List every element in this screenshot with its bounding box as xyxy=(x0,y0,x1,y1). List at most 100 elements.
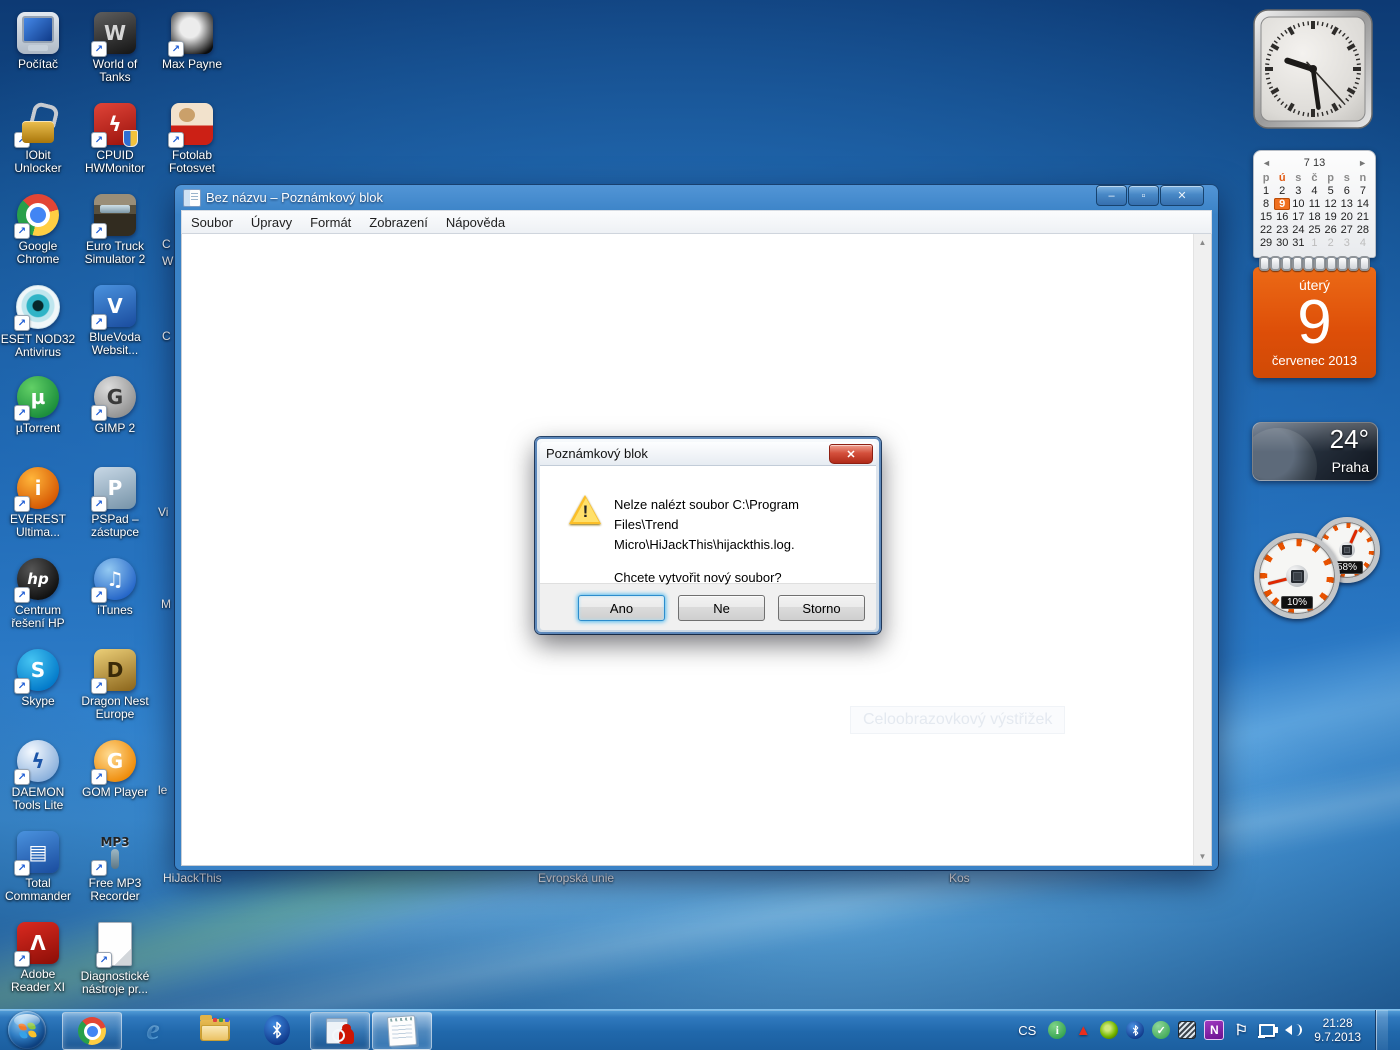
desktop-icon-google-chrome[interactable]: ↗ Google Chrome xyxy=(0,194,76,266)
taskbar-button-bluetooth[interactable] xyxy=(248,1012,306,1048)
calendar-day-cell[interactable]: 28 xyxy=(1355,224,1371,236)
vertical-scrollbar[interactable]: ▲ ▼ xyxy=(1193,234,1211,865)
calendar-day-cell[interactable]: 25 xyxy=(1306,224,1322,236)
notepad-titlebar[interactable]: Bez názvu – Poznámkový blok – ▫ ✕ xyxy=(181,185,1212,210)
calendar-gadget[interactable]: ◄ 7 13 ► p ú s č p s n 1 2 3 4 5 6 7 8 9 10 11 12 13 14 15 16 1… xyxy=(1253,150,1376,378)
language-indicator[interactable]: CS xyxy=(1018,1023,1036,1038)
calendar-day-cell[interactable]: 18 xyxy=(1306,211,1322,223)
menu-soubor[interactable]: Soubor xyxy=(182,211,242,233)
close-button[interactable]: ✕ xyxy=(1160,185,1204,206)
cpu-meter-gadget[interactable]: 58% 10% xyxy=(1248,515,1383,620)
calendar-day-cell[interactable]: 6 xyxy=(1339,185,1355,197)
calendar-day-cell[interactable]: 24 xyxy=(1290,224,1306,236)
adobe-reader-tray-icon[interactable]: ▲ xyxy=(1074,1021,1092,1039)
calendar-next-icon[interactable]: ► xyxy=(1358,158,1367,168)
ne-button[interactable]: Ne xyxy=(678,595,765,621)
dialog-titlebar[interactable]: Poznámkový blok ✕ xyxy=(540,442,876,466)
calendar-day-cell[interactable]: 10 xyxy=(1290,198,1306,210)
ano-button[interactable]: Ano xyxy=(578,595,665,621)
start-button[interactable] xyxy=(8,1011,46,1049)
taskbar-clock[interactable]: 21:28 9.7.2013 xyxy=(1314,1016,1361,1044)
calendar-day-cell[interactable]: 3 xyxy=(1339,237,1355,249)
desktop-icon-itunes[interactable]: ♫ ↗ iTunes xyxy=(77,558,153,617)
calendar-day-cell[interactable]: 8 xyxy=(1258,198,1274,210)
maximize-button[interactable]: ▫ xyxy=(1128,185,1159,206)
minimize-button[interactable]: – xyxy=(1096,185,1127,206)
eset-tray-icon[interactable]: i xyxy=(1048,1021,1067,1039)
calendar-day-cell[interactable]: 19 xyxy=(1323,211,1339,223)
calendar-day-cell[interactable]: 1 xyxy=(1306,237,1322,249)
calendar-day-cell[interactable]: 3 xyxy=(1290,185,1306,197)
desktop-icon-gom-player[interactable]: G ↗ GOM Player xyxy=(77,740,153,799)
desktop-icon-skype[interactable]: S ↗ Skype xyxy=(0,649,76,708)
desktop-icon-centrum-e-en-hp[interactable]: hp ↗ Centrum řešení HP xyxy=(0,558,76,630)
desktop-icon-gimp-2[interactable]: G ↗ GIMP 2 xyxy=(77,376,153,435)
calendar-day-cell[interactable]: 22 xyxy=(1258,224,1274,236)
calendar-day-cell[interactable]: 27 xyxy=(1339,224,1355,236)
desktop-icon-pspad-z-stupce[interactable]: P ↗ PSPad – zástupce xyxy=(77,467,153,539)
calendar-day-cell[interactable]: 16 xyxy=(1274,211,1290,223)
dialog-close-button[interactable]: ✕ xyxy=(829,444,873,464)
bluetooth-tray-icon[interactable] xyxy=(1126,1021,1145,1039)
desktop-icon-world-of-tanks[interactable]: W ↗ World of Tanks xyxy=(77,12,153,84)
calendar-day-cell[interactable]: 14 xyxy=(1355,198,1371,210)
calendar-day-cell[interactable]: 31 xyxy=(1290,237,1306,249)
desktop-icon-euro-truck-simulator-2[interactable]: ↗ Euro Truck Simulator 2 xyxy=(77,194,153,266)
desktop-icon-max-payne[interactable]: ↗ Max Payne xyxy=(154,12,230,71)
desktop-icon-dragon-nest-europe[interactable]: D ↗ Dragon Nest Europe xyxy=(77,649,153,721)
calendar-day-cell[interactable]: 23 xyxy=(1274,224,1290,236)
menu-zobrazeni[interactable]: Zobrazení xyxy=(360,211,437,233)
menu-napoveda[interactable]: Nápověda xyxy=(437,211,514,233)
action-center-flag-icon[interactable]: ⚐ xyxy=(1232,1021,1250,1039)
calendar-day-cell[interactable]: 29 xyxy=(1258,237,1274,249)
onenote-tray-icon[interactable]: N xyxy=(1204,1020,1225,1040)
calendar-day-cell[interactable]: 7 xyxy=(1355,185,1371,197)
desktop-icon-daemon-tools-lite[interactable]: ϟ ↗ DAEMON Tools Lite xyxy=(0,740,76,812)
desktop-icon-po-ta[interactable]: Počítač xyxy=(0,12,76,71)
scroll-up-button[interactable]: ▲ xyxy=(1194,234,1211,251)
taskbar-button-chrome[interactable] xyxy=(62,1012,122,1050)
desktop-icon-iobit-unlocker[interactable]: ↗ IObit Unlocker xyxy=(0,103,76,175)
calendar-day-cell[interactable]: 21 xyxy=(1355,211,1371,223)
desktop-icon-adobe-reader-xi[interactable]: Λ ↗ Adobe Reader XI xyxy=(0,922,76,994)
storno-button[interactable]: Storno xyxy=(778,595,865,621)
desktop-icon-total-commander[interactable]: ▤ ↗ Total Commander xyxy=(0,831,76,903)
signal-tray-icon[interactable] xyxy=(1178,1021,1197,1039)
taskbar-button-notepad[interactable] xyxy=(372,1012,432,1050)
weather-gadget[interactable]: 24° Praha xyxy=(1252,422,1378,481)
calendar-day-cell[interactable]: 13 xyxy=(1339,198,1355,210)
calendar-day-cell[interactable]: 11 xyxy=(1306,198,1322,210)
calendar-prev-icon[interactable]: ◄ xyxy=(1262,158,1271,168)
calendar-day-cell[interactable]: 4 xyxy=(1306,185,1322,197)
desktop-icon-free-mp3-recorder[interactable]: MP3 ↗ Free MP3 Recorder xyxy=(77,831,153,903)
calendar-day-cell[interactable]: 15 xyxy=(1258,211,1274,223)
calendar-day-cell[interactable]: 5 xyxy=(1323,185,1339,197)
calendar-day-cell[interactable]: 9 xyxy=(1274,198,1291,210)
calendar-day-cell[interactable]: 2 xyxy=(1323,237,1339,249)
calendar-day-cell[interactable]: 12 xyxy=(1323,198,1339,210)
taskbar-button-explorer[interactable] xyxy=(186,1012,244,1048)
calendar-day-cell[interactable]: 30 xyxy=(1274,237,1290,249)
calendar-day-cell[interactable]: 4 xyxy=(1355,237,1371,249)
desktop-icon-torrent[interactable]: µ ↗ µTorrent xyxy=(0,376,76,435)
calendar-day-cell[interactable]: 20 xyxy=(1339,211,1355,223)
desktop-icon-diagnostick-n-stroje-pr[interactable]: ↗ Diagnostické nástroje pr... xyxy=(77,922,153,996)
nvidia-tray-icon[interactable] xyxy=(1100,1021,1119,1039)
network-tray-icon[interactable] xyxy=(1258,1021,1276,1039)
taskbar-button-hijackthis[interactable] xyxy=(310,1012,370,1050)
calendar-day-cell[interactable]: 26 xyxy=(1323,224,1339,236)
desktop-icon-bluevoda-websit[interactable]: V ↗ BlueVoda Websit... xyxy=(77,285,153,357)
clock-gadget[interactable] xyxy=(1252,8,1374,130)
desktop-icon-fotolab-fotosvet[interactable]: ↗ Fotolab Fotosvet xyxy=(154,103,230,175)
desktop-icon-eset-nod32-antivirus[interactable]: ↗ ESET NOD32 Antivirus xyxy=(0,285,76,359)
taskbar-button-ie[interactable]: e xyxy=(124,1012,182,1048)
show-desktop-button[interactable] xyxy=(1375,1010,1388,1050)
calendar-day-cell[interactable]: 1 xyxy=(1258,185,1274,197)
calendar-day-cell[interactable]: 17 xyxy=(1290,211,1306,223)
menu-format[interactable]: Formát xyxy=(301,211,360,233)
desktop-icon-cpuid-hwmonitor[interactable]: ϟ ↗ CPUID HWMonitor xyxy=(77,103,153,175)
scroll-down-button[interactable]: ▼ xyxy=(1194,848,1211,865)
calendar-day-cell[interactable]: 2 xyxy=(1274,185,1290,197)
desktop-icon-everest-ultima[interactable]: i ↗ EVEREST Ultima... xyxy=(0,467,76,539)
volume-tray-icon[interactable] xyxy=(1275,1021,1303,1039)
